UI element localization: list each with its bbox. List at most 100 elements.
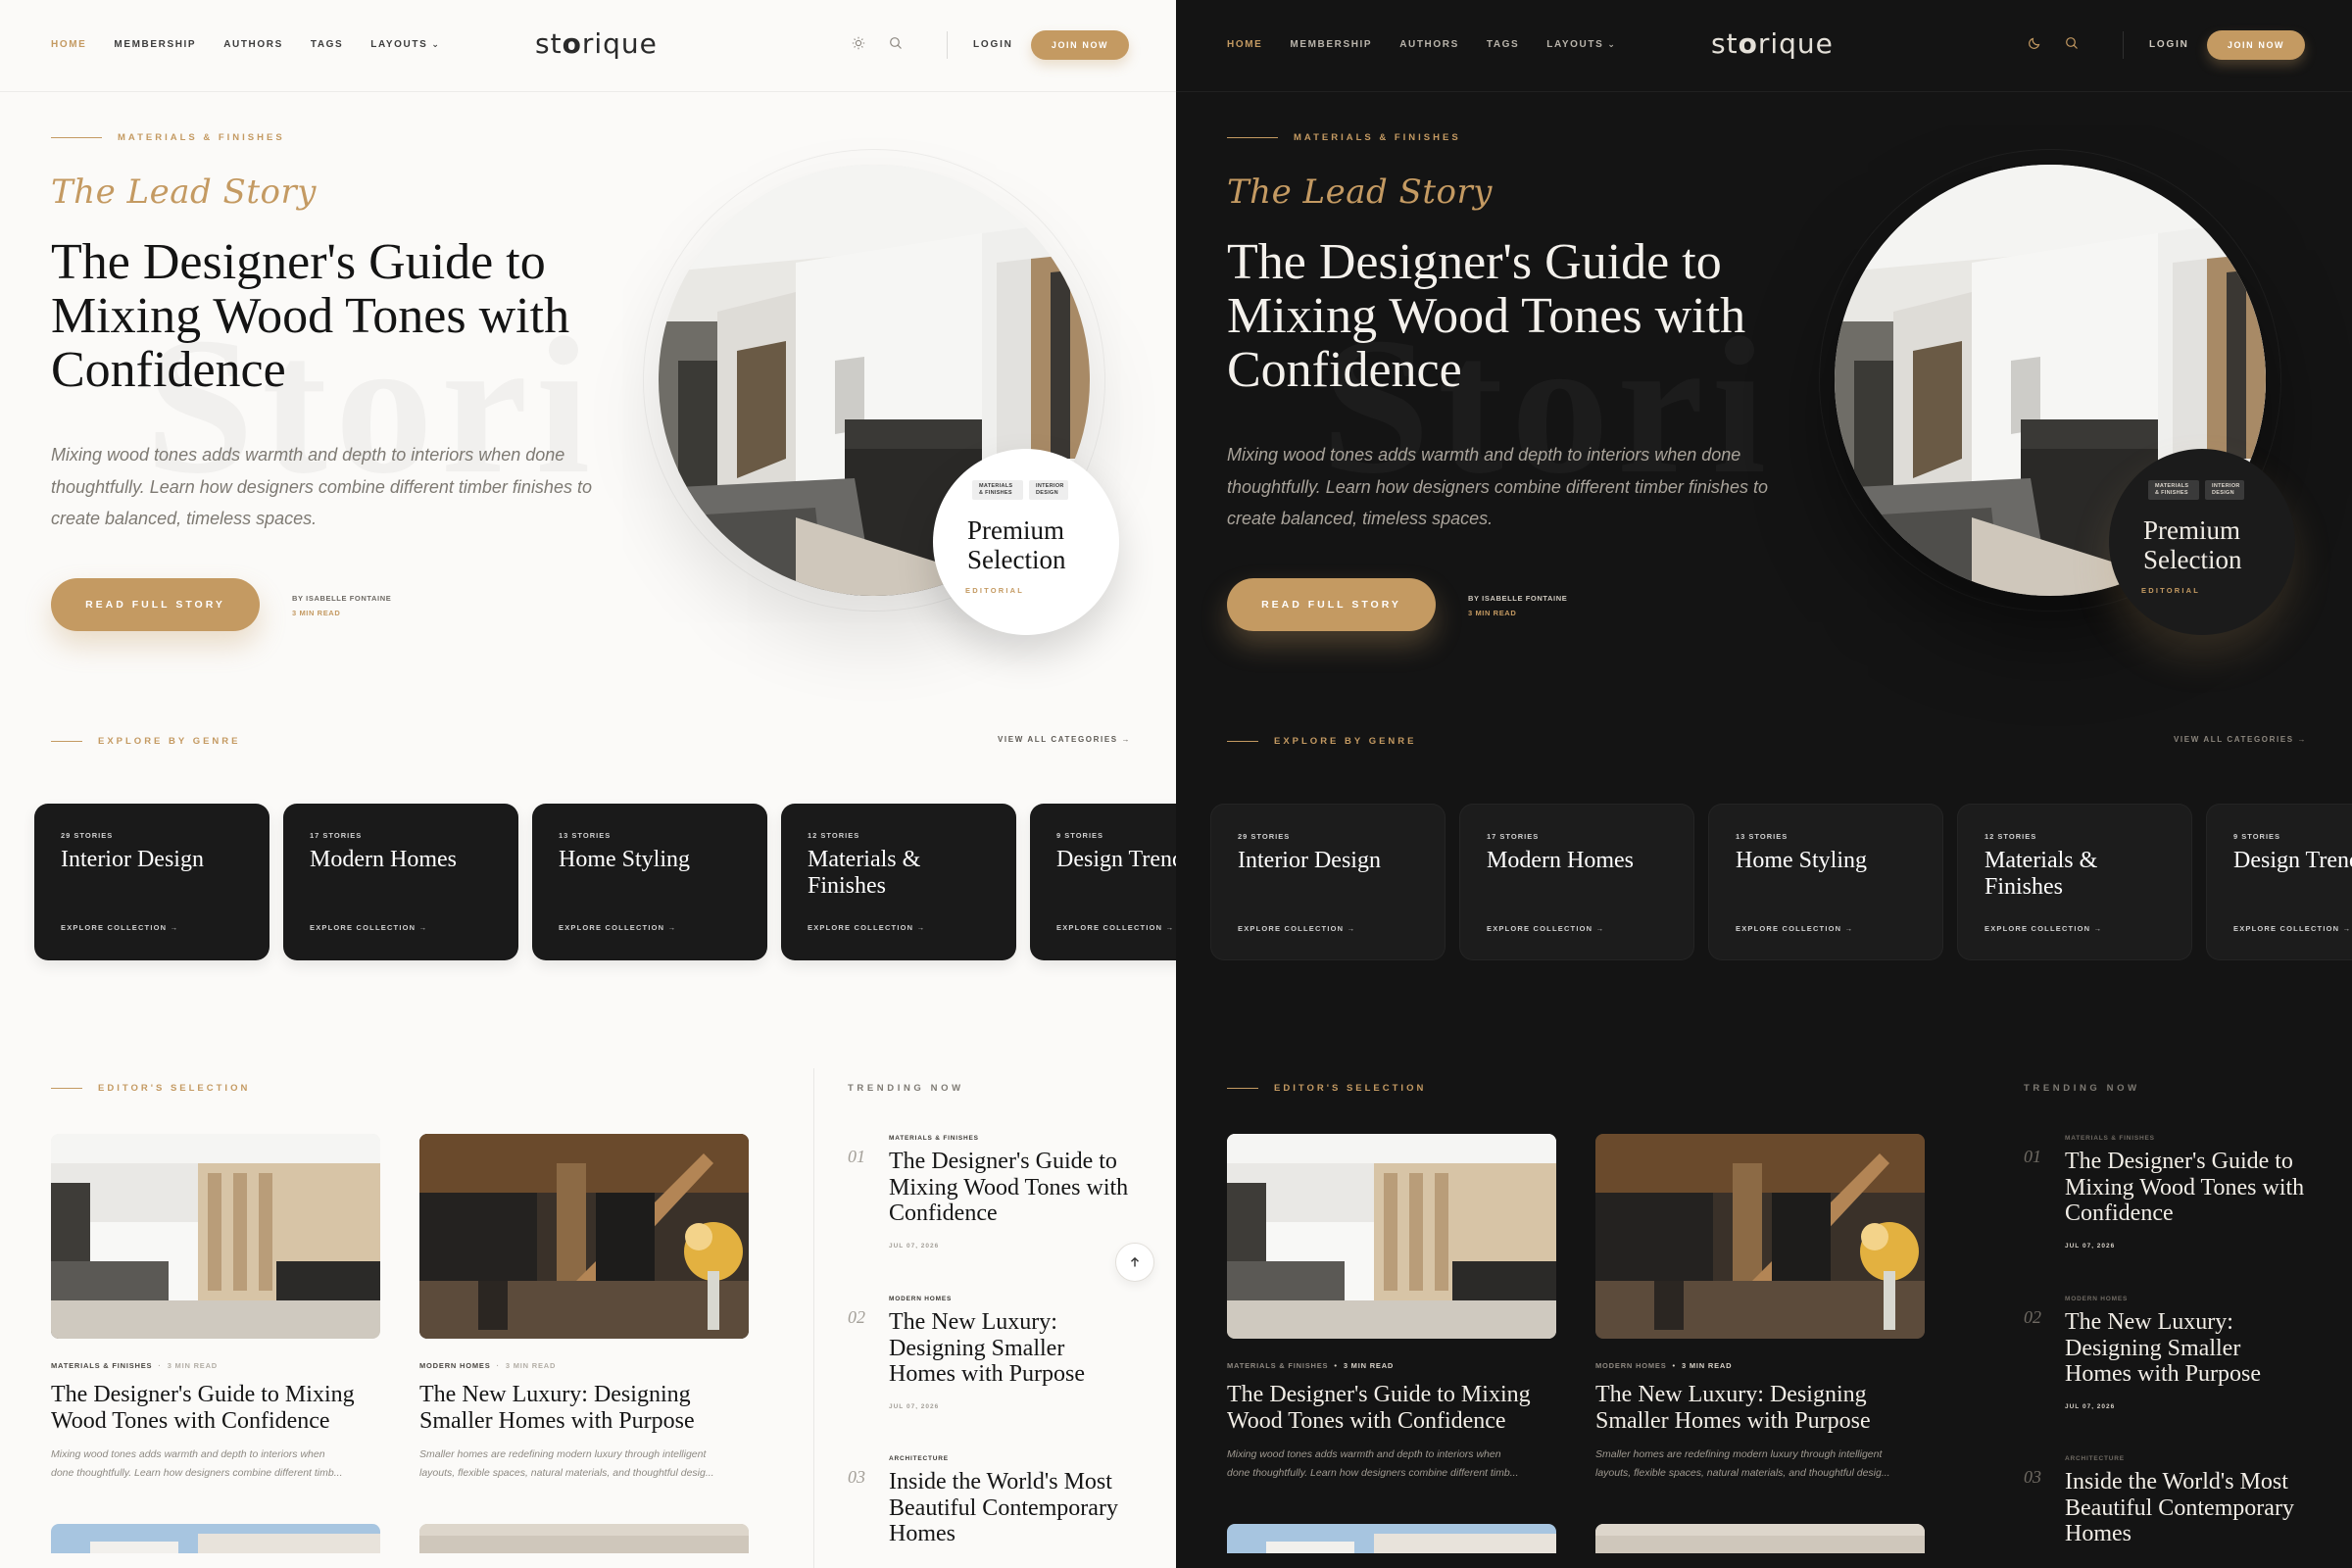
trending-category[interactable]: MATERIALS & FINISHES: [889, 1135, 979, 1142]
read-full-story-button[interactable]: READ FULL STORY: [1227, 578, 1436, 631]
article-title[interactable]: The New Luxury: Designing Smaller Homes …: [419, 1382, 749, 1434]
arrow-right-icon: →: [1595, 924, 1605, 933]
explore-collection-link[interactable]: EXPLORE COLLECTION →: [1056, 923, 1174, 932]
trending-title[interactable]: Inside the World's Most Beautiful Contem…: [889, 1469, 1134, 1547]
genre-card-home-styling[interactable]: 13 STORIES Home Styling EXPLORE COLLECTI…: [1708, 804, 1943, 960]
editors-article-card[interactable]: MODERN HOMES · 3 MIN READ The New Luxury: …: [419, 1134, 749, 1483]
article-thumbnail[interactable]: [51, 1134, 380, 1339]
nav-item-layouts-label: LAYOUTS: [370, 39, 428, 50]
explore-collection-link[interactable]: EXPLORE COLLECTION →: [808, 923, 925, 932]
search-icon[interactable]: [2064, 35, 2080, 51]
article-thumbnail[interactable]: [1227, 1134, 1556, 1339]
article-category[interactable]: MATERIALS & FINISHES: [51, 1361, 152, 1370]
byline-read-time: 3 MIN READ: [1468, 609, 1517, 617]
genre-card-materials-finishes[interactable]: 12 STORIES Materials & Finishes EXPLORE …: [1957, 804, 2192, 960]
hero-category[interactable]: MATERIALS & FINISHES: [118, 132, 285, 143]
excerpt-line: layouts, flexible spaces, natural materi…: [419, 1467, 714, 1479]
badge-label: EDITORIAL: [965, 586, 1025, 595]
hero-headline[interactable]: The Designer's Guide to Mixing Wood Tone…: [51, 235, 600, 397]
editors-article-card[interactable]: MODERN HOMES • 3 MIN READ The New Luxury: …: [1595, 1134, 1925, 1483]
nav-item-authors[interactable]: AUTHORS: [1399, 39, 1459, 50]
nav-item-authors[interactable]: AUTHORS: [223, 39, 283, 50]
hero-headline[interactable]: The Designer's Guide to Mixing Wood Tone…: [1227, 235, 1776, 397]
article-thumbnail-partial[interactable]: [51, 1524, 380, 1553]
explore-collection-link[interactable]: EXPLORE COLLECTION →: [559, 923, 676, 932]
article-meta: MODERN HOMES · 3 MIN READ: [419, 1361, 749, 1370]
nav-item-membership[interactable]: MEMBERSHIP: [114, 39, 196, 50]
nav-item-membership[interactable]: MEMBERSHIP: [1290, 39, 1372, 50]
trending-number: 03: [848, 1467, 865, 1487]
explore-label: EXPLORE COLLECTION: [1238, 924, 1345, 933]
trending-category[interactable]: ARCHITECTURE: [2065, 1455, 2125, 1462]
article-title[interactable]: The Designer's Guide to Mixing Wood Tone…: [1227, 1382, 1556, 1434]
sun-icon[interactable]: [851, 35, 866, 51]
explore-label: EXPLORE COLLECTION: [808, 923, 914, 932]
login-link[interactable]: LOGIN: [973, 39, 1013, 50]
explore-collection-link[interactable]: EXPLORE COLLECTION →: [2233, 924, 2351, 933]
article-thumbnail-partial[interactable]: [1227, 1524, 1556, 1553]
genre-card-modern-homes[interactable]: 17 STORIES Modern Homes EXPLORE COLLECTI…: [283, 804, 518, 960]
trending-title[interactable]: Inside the World's Most Beautiful Contem…: [2065, 1469, 2310, 1547]
header-divider: [947, 31, 948, 59]
trending-category[interactable]: MODERN HOMES: [2065, 1296, 2128, 1302]
trending-category[interactable]: ARCHITECTURE: [889, 1455, 949, 1462]
explore-collection-link[interactable]: EXPLORE COLLECTION →: [1238, 924, 1355, 933]
explore-collection-link[interactable]: EXPLORE COLLECTION →: [1487, 924, 1604, 933]
login-link[interactable]: LOGIN: [2149, 39, 2189, 50]
explore-collection-link[interactable]: EXPLORE COLLECTION →: [1736, 924, 1853, 933]
article-thumbnail[interactable]: [1595, 1134, 1925, 1339]
nav-item-home[interactable]: HOME: [51, 39, 86, 50]
genre-card-materials-finishes[interactable]: 12 STORIES Materials & Finishes EXPLORE …: [781, 804, 1016, 960]
search-icon[interactable]: [888, 35, 904, 51]
join-now-button[interactable]: JOIN NOW: [1031, 30, 1129, 60]
article-thumbnail-partial[interactable]: [1595, 1524, 1925, 1553]
back-to-top-button[interactable]: [1115, 1243, 1154, 1282]
explore-collection-link[interactable]: EXPLORE COLLECTION →: [310, 923, 427, 932]
hero-dek: Mixing wood tones adds warmth and depth …: [51, 445, 592, 528]
hero-eyebrow: MATERIALS & FINISHES: [1227, 132, 1461, 143]
hero-dek: Mixing wood tones adds warmth and depth …: [1227, 445, 1768, 528]
article-category[interactable]: MODERN HOMES: [1595, 1361, 1667, 1370]
genre-card-modern-homes[interactable]: 17 STORIES Modern Homes EXPLORE COLLECTI…: [1459, 804, 1694, 960]
view-all-label: VIEW ALL CATEGORIES: [2174, 735, 2294, 744]
trending-title[interactable]: The New Luxury: Designing Smaller Homes …: [889, 1309, 1114, 1388]
explore-collection-link[interactable]: EXPLORE COLLECTION →: [1984, 924, 2102, 933]
byline-author[interactable]: BY ISABELLE FONTAINE: [292, 591, 391, 606]
trending-category[interactable]: MODERN HOMES: [889, 1296, 952, 1302]
trending-title[interactable]: The New Luxury: Designing Smaller Homes …: [2065, 1309, 2290, 1388]
trending-category[interactable]: MATERIALS & FINISHES: [2065, 1135, 2155, 1142]
site-logo[interactable]: storique: [1711, 27, 1834, 60]
article-category[interactable]: MATERIALS & FINISHES: [1227, 1361, 1328, 1370]
trending-number: 02: [848, 1307, 865, 1327]
genre-card-interior-design[interactable]: 29 STORIES Interior Design EXPLORE COLLE…: [1210, 804, 1446, 960]
site-logo[interactable]: storique: [535, 27, 658, 60]
explore-collection-link[interactable]: EXPLORE COLLECTION →: [61, 923, 178, 932]
genre-card-design-trends[interactable]: 9 STORIES Design Trends EXPLORE COLLECTI…: [1030, 804, 1176, 960]
nav-item-home[interactable]: HOME: [1227, 39, 1262, 50]
genre-card-interior-design[interactable]: 29 STORIES Interior Design EXPLORE COLLE…: [34, 804, 270, 960]
genre-card-design-trends[interactable]: 9 STORIES Design Trends EXPLORE COLLECTI…: [2206, 804, 2352, 960]
editors-article-card[interactable]: MATERIALS & FINISHES · 3 MIN READ The Desi…: [51, 1134, 380, 1483]
view-all-categories-link[interactable]: VIEW ALL CATEGORIES →: [998, 735, 1131, 744]
article-thumbnail-partial[interactable]: [419, 1524, 749, 1553]
trending-title[interactable]: The Designer's Guide to Mixing Wood Tone…: [2065, 1149, 2310, 1227]
article-thumbnail[interactable]: [419, 1134, 749, 1339]
article-title[interactable]: The Designer's Guide to Mixing Wood Tone…: [51, 1382, 380, 1434]
view-all-categories-link[interactable]: VIEW ALL CATEGORIES →: [2174, 735, 2307, 744]
read-full-story-button[interactable]: READ FULL STORY: [51, 578, 260, 631]
editors-article-card[interactable]: MATERIALS & FINISHES • 3 MIN READ The Desi…: [1227, 1134, 1556, 1483]
nav-item-layouts[interactable]: LAYOUTS ⌄: [370, 39, 440, 50]
byline-author[interactable]: BY ISABELLE FONTAINE: [1468, 591, 1567, 606]
nav-item-tags[interactable]: TAGS: [311, 39, 343, 50]
nav-item-tags[interactable]: TAGS: [1487, 39, 1519, 50]
hero-category[interactable]: MATERIALS & FINISHES: [1294, 132, 1461, 143]
article-category[interactable]: MODERN HOMES: [419, 1361, 491, 1370]
explore-label: EXPLORE COLLECTION: [1736, 924, 1842, 933]
nav-item-layouts[interactable]: LAYOUTS ⌄: [1546, 39, 1616, 50]
join-now-button[interactable]: JOIN NOW: [2207, 30, 2305, 60]
article-title[interactable]: The New Luxury: Designing Smaller Homes …: [1595, 1382, 1925, 1434]
moon-icon[interactable]: [2027, 35, 2042, 51]
arrow-right-icon: →: [2342, 924, 2352, 933]
trending-title[interactable]: The Designer's Guide to Mixing Wood Tone…: [889, 1149, 1134, 1227]
genre-card-home-styling[interactable]: 13 STORIES Home Styling EXPLORE COLLECTI…: [532, 804, 767, 960]
